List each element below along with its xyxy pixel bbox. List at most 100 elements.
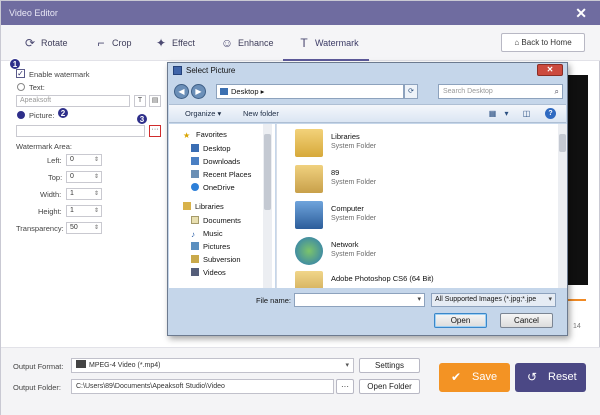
help-icon[interactable]: ? <box>545 108 556 119</box>
output-format-select[interactable]: MPEG-4 Video (*.mp4) ▾ <box>71 358 354 373</box>
nav-item-favorites[interactable]: ★ Favorites <box>183 130 227 140</box>
nav-item-libraries[interactable]: Libraries <box>183 202 224 211</box>
picture-radio[interactable] <box>17 111 25 119</box>
tab-crop[interactable]: ⌐ Crop <box>94 34 132 52</box>
new-folder-button[interactable]: New folder <box>243 109 279 118</box>
settings-button[interactable]: Settings <box>359 358 420 373</box>
nav-item-recent-places[interactable]: Recent Places <box>191 170 251 179</box>
tab-effect-label: Effect <box>172 38 195 48</box>
transparency-stepper[interactable]: 50 ⇕ <box>66 222 102 234</box>
dialog-close-button[interactable]: ✕ <box>537 64 563 76</box>
refresh-icon[interactable]: ⟳ <box>404 84 418 99</box>
file-name: Libraries <box>331 132 360 141</box>
list-item-computer[interactable]: Computer System Folder <box>289 200 539 234</box>
tab-crop-label: Crop <box>112 38 132 48</box>
file-scrollbar-thumb[interactable] <box>559 134 566 152</box>
back-to-home-button[interactable]: ⌂ Back to Home <box>501 33 585 52</box>
nav-item-label: Downloads <box>203 157 241 166</box>
output-folder-input[interactable]: C:\Users\89\Documents\Apeaksoft Studio\V… <box>71 379 334 394</box>
left-value: 0 <box>70 156 74 163</box>
stepper-arrows-icon[interactable]: ⇕ <box>94 189 99 199</box>
nav-item-subversion[interactable]: Subversion <box>191 255 241 264</box>
stepper-arrows-icon[interactable]: ⇕ <box>94 172 99 182</box>
file-type-select[interactable]: All Supported Images (*.jpg;*.jpe ▾ <box>431 293 556 307</box>
nav-item-pictures[interactable]: Pictures <box>191 242 230 251</box>
back-arrow-icon[interactable]: ◀ <box>174 84 189 99</box>
navigation-pane: ★ Favorites Desktop Downloads Recent Plac… <box>169 124 275 288</box>
nav-item-label: Music <box>203 229 223 238</box>
file-type: System Folder <box>331 251 377 258</box>
nav-item-downloads[interactable]: Downloads <box>191 157 240 166</box>
text-style-button[interactable]: ▤ <box>149 95 161 107</box>
width-stepper[interactable]: 1 ⇕ <box>66 188 102 200</box>
reset-icon: ↺ <box>527 370 538 384</box>
stepper-arrows-icon[interactable]: ⇕ <box>94 155 99 165</box>
file-list: Libraries System Folder 89 System Folder… <box>276 124 567 288</box>
enable-watermark-label: Enable watermark <box>29 70 90 79</box>
output-folder-label: Output Folder: <box>13 383 61 392</box>
height-stepper[interactable]: 1 ⇕ <box>66 205 102 217</box>
view-icon[interactable]: ▦ <box>487 108 498 119</box>
preview-time: 14 <box>573 323 581 330</box>
user-folder-icon <box>295 165 323 193</box>
search-input[interactable]: Search Desktop ⌕ <box>438 84 563 99</box>
address-bar[interactable]: Desktop ▸ <box>216 84 404 99</box>
top-stepper[interactable]: 0 ⇕ <box>66 171 102 183</box>
enhance-icon: ☺ <box>220 36 234 50</box>
pictures-icon <box>191 242 199 250</box>
browse-picture-button[interactable]: ··· <box>149 125 161 137</box>
forward-arrow-icon[interactable]: ▶ <box>191 84 206 99</box>
breadcrumb-arrow-icon[interactable]: ▸ <box>261 87 265 96</box>
nav-item-videos[interactable]: Videos <box>191 268 226 277</box>
tab-effect[interactable]: ✦ Effect <box>154 34 195 52</box>
left-stepper[interactable]: 0 ⇕ <box>66 154 102 166</box>
list-item-photoshop[interactable]: Adobe Photoshop CS6 (64 Bit) <box>289 270 539 288</box>
tab-enhance[interactable]: ☺ Enhance <box>220 34 274 52</box>
documents-icon <box>191 216 199 224</box>
list-item-89[interactable]: 89 System Folder <box>289 164 539 198</box>
timeline-progress[interactable] <box>566 299 586 301</box>
onedrive-icon <box>191 183 199 191</box>
file-type: System Folder <box>331 143 377 150</box>
text-radio[interactable] <box>17 83 25 91</box>
open-folder-button[interactable]: Open Folder <box>359 379 420 394</box>
nav-item-label: OneDrive <box>203 183 235 192</box>
cancel-button[interactable]: Cancel <box>500 313 553 328</box>
picture-path-input[interactable] <box>16 125 145 137</box>
height-value: 1 <box>70 207 74 214</box>
transparency-value: 50 <box>70 224 78 231</box>
nav-item-documents[interactable]: Documents <box>191 216 241 225</box>
nav-item-label: Desktop <box>203 144 231 153</box>
close-icon[interactable]: ✕ <box>575 5 587 21</box>
list-item-network[interactable]: Network System Folder <box>289 236 539 270</box>
stepper-arrows-icon[interactable]: ⇕ <box>94 223 99 233</box>
nav-item-label: Recent Places <box>203 170 252 179</box>
enable-watermark-checkbox[interactable]: ✓ <box>16 69 25 78</box>
nav-item-label: Videos <box>203 268 226 277</box>
browse-folder-button[interactable]: ··· <box>336 379 354 394</box>
tab-rotate[interactable]: ⟳ Rotate <box>23 34 68 52</box>
chevron-down-icon[interactable]: ▾ <box>501 108 512 119</box>
stepper-arrows-icon[interactable]: ⇕ <box>94 206 99 216</box>
transparency-label: Transparency: <box>16 224 64 233</box>
nav-item-onedrive[interactable]: OneDrive <box>191 183 235 192</box>
file-name-label: File name: <box>256 296 292 305</box>
nav-item-music[interactable]: ♪ Music <box>191 229 223 239</box>
file-name: Computer <box>331 204 364 213</box>
preview-pane-icon[interactable]: ◫ <box>521 108 532 119</box>
reset-button[interactable]: ↺ Reset <box>515 363 586 392</box>
tab-watermark[interactable]: T Watermark <box>297 34 358 52</box>
list-item-libraries[interactable]: Libraries System Folder <box>289 128 539 162</box>
text-font-button[interactable]: T <box>134 95 146 107</box>
tab-rotate-label: Rotate <box>41 38 68 48</box>
chevron-down-icon[interactable]: ▾ <box>417 295 421 303</box>
save-button[interactable]: ✔ Save <box>439 363 510 392</box>
step-badge-3: 3 <box>136 113 148 125</box>
file-name-input[interactable]: ▾ <box>294 293 425 307</box>
open-button[interactable]: Open <box>434 313 487 328</box>
nav-scrollbar-thumb[interactable] <box>264 134 271 210</box>
organize-menu[interactable]: Organize ▾ <box>185 109 221 118</box>
height-label: Height: <box>38 207 62 216</box>
nav-item-desktop[interactable]: Desktop <box>191 144 231 153</box>
text-input[interactable]: Apeaksoft <box>16 95 130 107</box>
